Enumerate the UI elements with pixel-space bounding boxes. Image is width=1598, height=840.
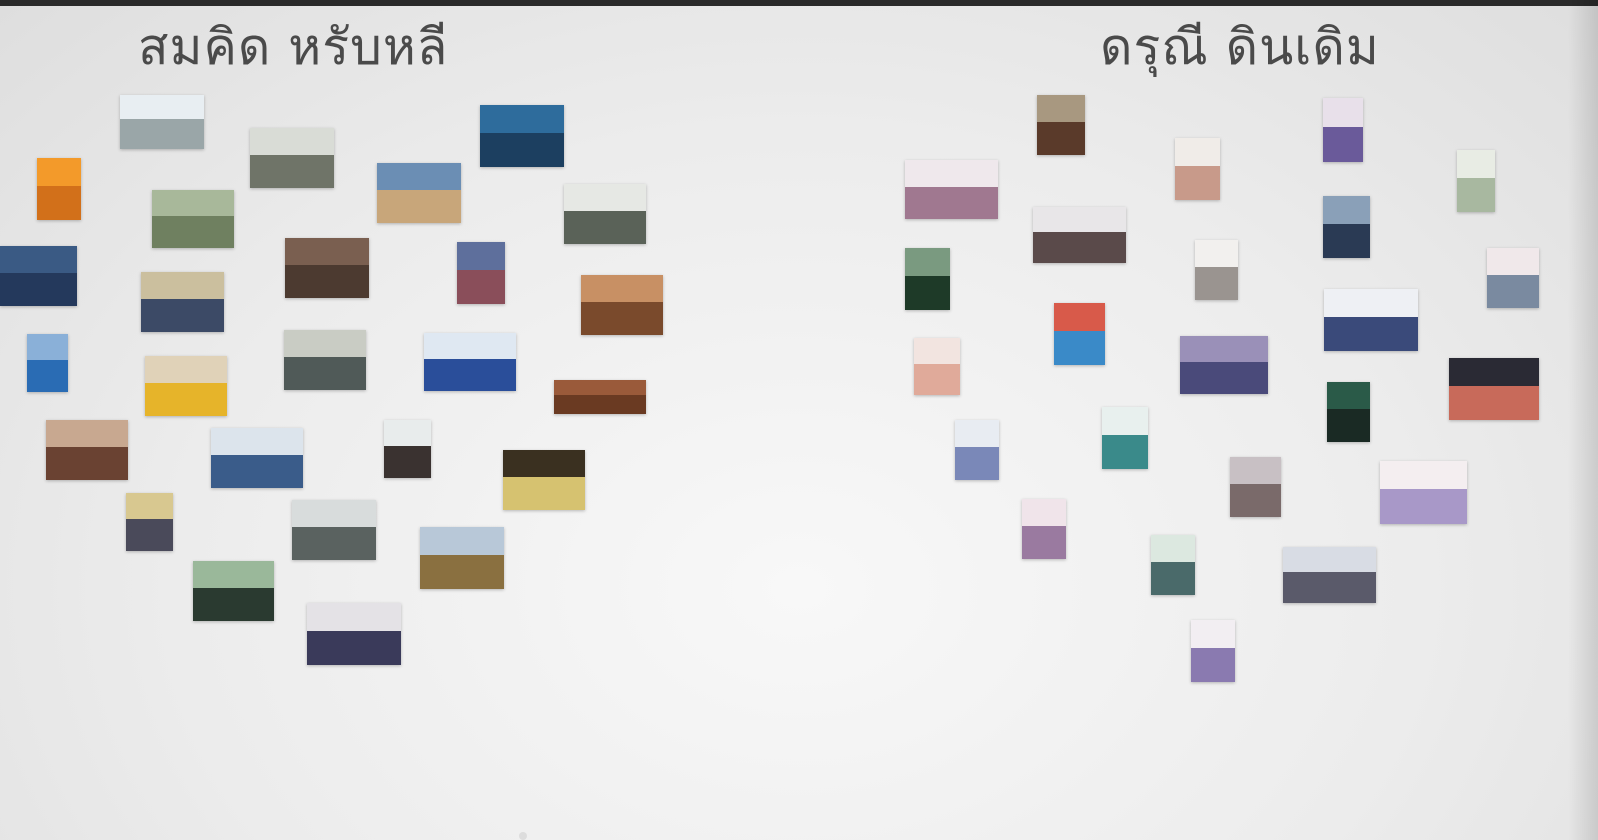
frame-edge-shadow [1568, 0, 1598, 840]
photo-thumbnail [1151, 535, 1195, 595]
photo-thumbnail [284, 330, 366, 390]
photo-thumbnail [37, 158, 81, 220]
photo-thumbnail [46, 420, 128, 480]
left-person-name: สมคิด หรับหลี [138, 18, 449, 76]
photo-thumbnail [193, 561, 274, 621]
photo-thumbnail [424, 333, 516, 391]
photo-thumbnail [384, 420, 431, 478]
photo-thumbnail [1022, 499, 1066, 559]
photo-thumbnail [503, 450, 585, 510]
top-frame-edge [0, 0, 1598, 6]
photo-thumbnail [1283, 547, 1376, 603]
photo-thumbnail [955, 420, 999, 480]
photo-thumbnail [1102, 407, 1148, 469]
photo-thumbnail [1457, 150, 1495, 212]
photo-thumbnail [1487, 248, 1539, 308]
photo-thumbnail [120, 95, 204, 149]
photo-thumbnail [1323, 196, 1370, 258]
photo-thumbnail [27, 334, 68, 392]
photo-thumbnail [250, 128, 334, 188]
video-progress-dot[interactable] [519, 832, 527, 840]
photo-thumbnail [145, 356, 227, 416]
photo-thumbnail [581, 275, 663, 335]
photo-thumbnail [152, 190, 234, 248]
photo-thumbnail [1323, 98, 1363, 162]
photo-thumbnail [141, 272, 224, 332]
photo-thumbnail [1033, 207, 1126, 263]
right-person-name: ดรุณี ดินเดิม [1100, 18, 1380, 76]
photo-thumbnail [307, 603, 401, 665]
photo-thumbnail [1230, 457, 1281, 517]
photo-thumbnail [457, 242, 505, 304]
photo-thumbnail [285, 238, 369, 298]
photo-thumbnail [905, 248, 950, 310]
photo-thumbnail [1327, 382, 1370, 442]
photo-thumbnail [1195, 240, 1238, 300]
photo-thumbnail [1037, 95, 1085, 155]
photo-thumbnail [1449, 358, 1539, 420]
photo-thumbnail [1180, 336, 1268, 394]
photo-thumbnail [554, 380, 646, 414]
photo-thumbnail [126, 493, 173, 551]
photo-thumbnail [420, 527, 504, 589]
photo-thumbnail [480, 105, 564, 167]
photo-thumbnail [1175, 138, 1220, 200]
photo-thumbnail [905, 160, 998, 219]
photo-thumbnail [1191, 620, 1235, 682]
photo-thumbnail [211, 428, 303, 488]
photo-thumbnail [377, 163, 461, 223]
photo-thumbnail [1324, 289, 1418, 351]
photo-thumbnail [1380, 461, 1467, 524]
photo-thumbnail [914, 338, 960, 395]
photo-thumbnail [564, 184, 646, 244]
photo-thumbnail [1054, 303, 1105, 365]
photo-thumbnail [0, 246, 77, 306]
photo-thumbnail [292, 500, 376, 560]
